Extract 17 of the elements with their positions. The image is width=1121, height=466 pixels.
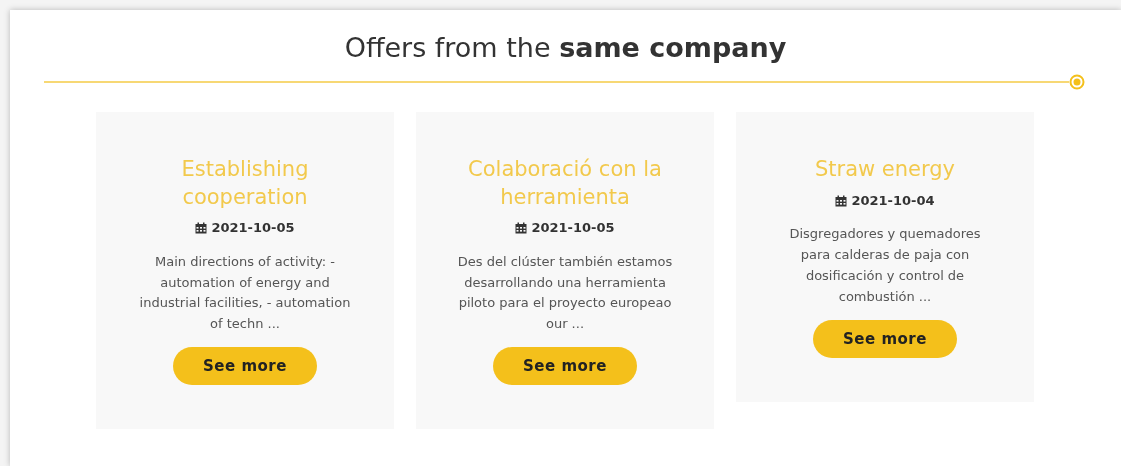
offer-date: 2021-10-04 xyxy=(851,191,935,210)
offer-date: 2021-10-05 xyxy=(531,219,615,238)
circle-end-icon xyxy=(1069,74,1085,91)
calendar-icon xyxy=(835,194,848,207)
section-title: Offers from the same company xyxy=(343,32,788,65)
see-more-button[interactable]: See more xyxy=(813,319,957,359)
see-more-button[interactable]: See more xyxy=(173,346,317,386)
offer-title: Straw energy xyxy=(813,156,957,184)
calendar-icon xyxy=(195,222,208,234)
offer-description: Disgregadores y quemadores para calderas de paja con dosificación y control de combustión ... xyxy=(788,225,982,306)
offer-description: Des del clúster también estamos desarrollando una herramienta piloto para el proyecto europeao our ... xyxy=(457,252,673,334)
offer-date: 2021-10-05 xyxy=(211,219,295,238)
see-more-button[interactable]: See more xyxy=(493,346,637,386)
offer-description: Main directions of activity: - automation of energy and industrial facilities, - automation of techn ... xyxy=(138,252,352,334)
calendar-icon xyxy=(515,222,528,234)
offer-title: Colaboració con la herramienta xyxy=(467,156,663,211)
offer-title: Establishing cooperation xyxy=(180,156,310,211)
